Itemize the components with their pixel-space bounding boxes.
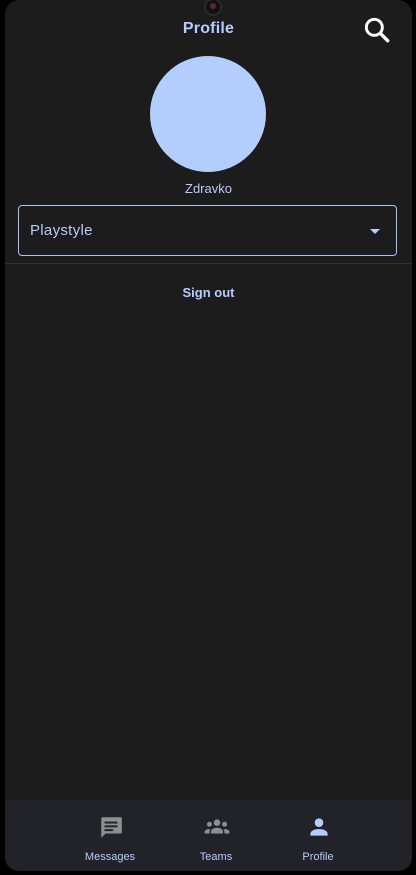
top-app-bar: Profile bbox=[5, 0, 412, 58]
app-screen: Profile Zdravko Playstyle Sign out Messa… bbox=[5, 0, 412, 871]
search-icon bbox=[364, 17, 390, 43]
message-icon bbox=[101, 817, 122, 838]
nav-item-teams[interactable]: Teams bbox=[166, 810, 266, 866]
dropdown-arrow-icon bbox=[370, 229, 380, 234]
divider bbox=[5, 263, 412, 264]
playstyle-dropdown-value: Playstyle bbox=[30, 222, 93, 239]
nav-label-teams: Teams bbox=[199, 851, 233, 863]
playstyle-dropdown[interactable]: Playstyle bbox=[18, 205, 397, 256]
nav-label-profile: Profile bbox=[302, 851, 334, 863]
person-icon bbox=[310, 818, 328, 836]
sign-out-button[interactable]: Sign out bbox=[5, 285, 412, 300]
device-frame: Profile Zdravko Playstyle Sign out Messa… bbox=[0, 0, 416, 875]
search-button[interactable] bbox=[361, 14, 393, 46]
bottom-navigation: Messages Teams Profile bbox=[5, 800, 412, 871]
avatar[interactable] bbox=[150, 56, 266, 172]
page-title: Profile bbox=[182, 20, 235, 37]
username: Zdravko bbox=[185, 181, 232, 196]
nav-item-messages[interactable]: Messages bbox=[60, 810, 160, 866]
nav-label-messages: Messages bbox=[84, 851, 136, 863]
group-icon bbox=[204, 819, 230, 834]
nav-item-profile[interactable]: Profile bbox=[268, 810, 368, 866]
